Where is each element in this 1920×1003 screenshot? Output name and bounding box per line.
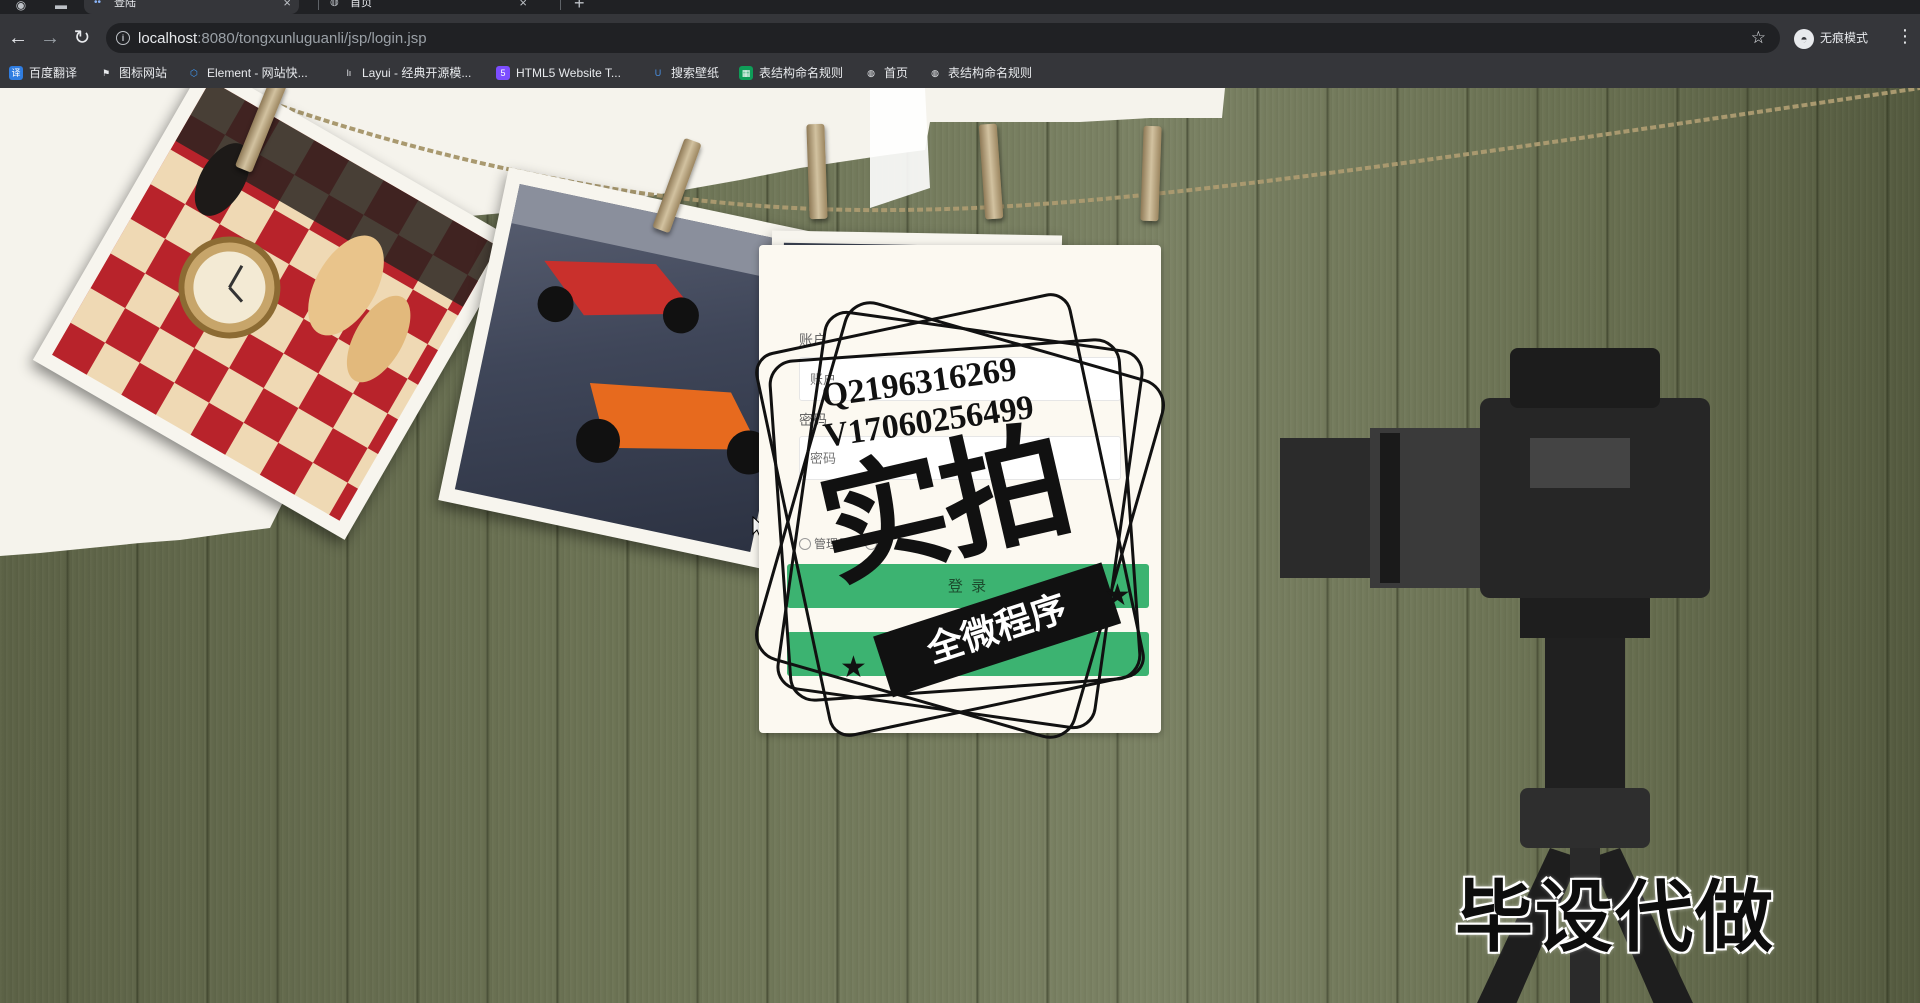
star-icon: ★ bbox=[840, 651, 867, 684]
tab-title: 登陆 bbox=[114, 0, 136, 9]
bookmark-label: 表结构命名规则 bbox=[759, 66, 844, 80]
bookmark-item[interactable]: ▦ 表结构命名规则 bbox=[739, 64, 843, 82]
tab-home[interactable]: ◍ 首页 × bbox=[320, 0, 535, 14]
bookmark-label: 百度翻译 bbox=[29, 66, 78, 80]
bookmark-item[interactable]: ⬡ Element - 网站快... bbox=[187, 64, 308, 82]
sheet-icon: ▦ bbox=[739, 65, 753, 80]
clothes-peg bbox=[1140, 125, 1162, 222]
browser-logo-icon: ◉ bbox=[15, 0, 27, 12]
tab-separator bbox=[560, 0, 561, 10]
bookmark-item[interactable]: ◍ 表结构命名规则 bbox=[928, 64, 1032, 82]
tab-list-icon[interactable]: ▬ bbox=[50, 0, 72, 14]
incognito-indicator[interactable]: ◓ 无痕模式 bbox=[1794, 27, 1868, 49]
bookmark-label: 图标网站 bbox=[119, 66, 168, 80]
bookmark-label: HTML5 Website T... bbox=[516, 66, 621, 80]
layui-icon: lı bbox=[346, 67, 352, 78]
bookmark-label: 表结构命名规则 bbox=[948, 66, 1033, 80]
bookmark-star-icon[interactable]: ☆ bbox=[1751, 28, 1766, 48]
clothes-peg bbox=[806, 123, 828, 220]
back-arrow-icon[interactable]: ← bbox=[6, 26, 30, 50]
bookmark-label: Element - 网站快... bbox=[207, 66, 308, 80]
element-icon: ⬡ bbox=[190, 67, 198, 78]
watermark-text: 毕设代做 bbox=[1455, 873, 1776, 963]
bookmark-item[interactable]: 译百度翻译 bbox=[9, 64, 77, 82]
more-menu-icon[interactable]: ⋮ bbox=[1896, 26, 1914, 46]
globe-icon: ◍ bbox=[931, 67, 939, 78]
incognito-label: 无痕模式 bbox=[1820, 31, 1869, 45]
star-icon: ★ bbox=[1104, 579, 1131, 612]
translate-icon: 译 bbox=[9, 65, 23, 80]
new-tab-icon[interactable]: + bbox=[574, 0, 585, 12]
url-host: localhost bbox=[138, 30, 198, 47]
info-icon[interactable]: i bbox=[116, 31, 130, 45]
tab-favicon-icon: •• bbox=[94, 0, 102, 8]
close-icon[interactable]: × bbox=[519, 0, 527, 9]
radio-icon bbox=[799, 537, 811, 550]
globe-icon: ◍ bbox=[330, 0, 339, 8]
bookmarks-bar: 译百度翻译 ⚑ 图标网站 ⬡ Element - 网站快... lı Layui - … bbox=[0, 58, 1920, 88]
bookmark-item[interactable]: U 搜索壁纸 bbox=[651, 64, 719, 82]
flag-icon: ⚑ bbox=[101, 67, 111, 78]
url-path: :8080/tongxunluguanli/jsp/login.jsp bbox=[197, 30, 427, 47]
tab-login[interactable]: •• 登陆 × bbox=[84, 0, 299, 14]
forward-arrow-icon[interactable]: → bbox=[38, 26, 62, 50]
wallpaper-icon: U bbox=[654, 67, 662, 78]
bookmark-label: 搜索壁纸 bbox=[671, 66, 720, 80]
close-icon[interactable]: × bbox=[283, 0, 291, 9]
bookmark-item[interactable]: lı Layui - 经典开源模... bbox=[342, 64, 472, 82]
tab-separator bbox=[318, 0, 319, 10]
browser-chrome: ◉ ▬ •• 登陆 × ◍ 首页 × + ← → ↻ i localhost:8… bbox=[0, 0, 1920, 88]
bookmark-item[interactable]: ⚑ 图标网站 bbox=[99, 64, 167, 82]
tab-strip: ◉ ▬ •• 登陆 × ◍ 首页 × + bbox=[0, 0, 1920, 14]
incognito-icon: ◓ bbox=[1794, 28, 1814, 49]
url-text[interactable]: localhost:8080/tongxunluguanli/jsp/login… bbox=[138, 30, 427, 47]
bookmark-item[interactable]: ◍ 首页 bbox=[864, 64, 908, 82]
address-bar[interactable]: i localhost:8080/tongxunluguanli/jsp/log… bbox=[106, 23, 1780, 53]
tab-title: 首页 bbox=[350, 0, 372, 9]
html5-icon: 5 bbox=[496, 65, 510, 80]
bookmark-label: 首页 bbox=[884, 66, 909, 80]
reload-icon[interactable]: ↻ bbox=[70, 26, 94, 50]
globe-icon: ◍ bbox=[867, 67, 875, 78]
bookmark-item[interactable]: 5 HTML5 Website T... bbox=[496, 64, 621, 82]
bookmark-label: Layui - 经典开源模... bbox=[362, 66, 472, 80]
account-label: 账户 bbox=[799, 332, 827, 348]
